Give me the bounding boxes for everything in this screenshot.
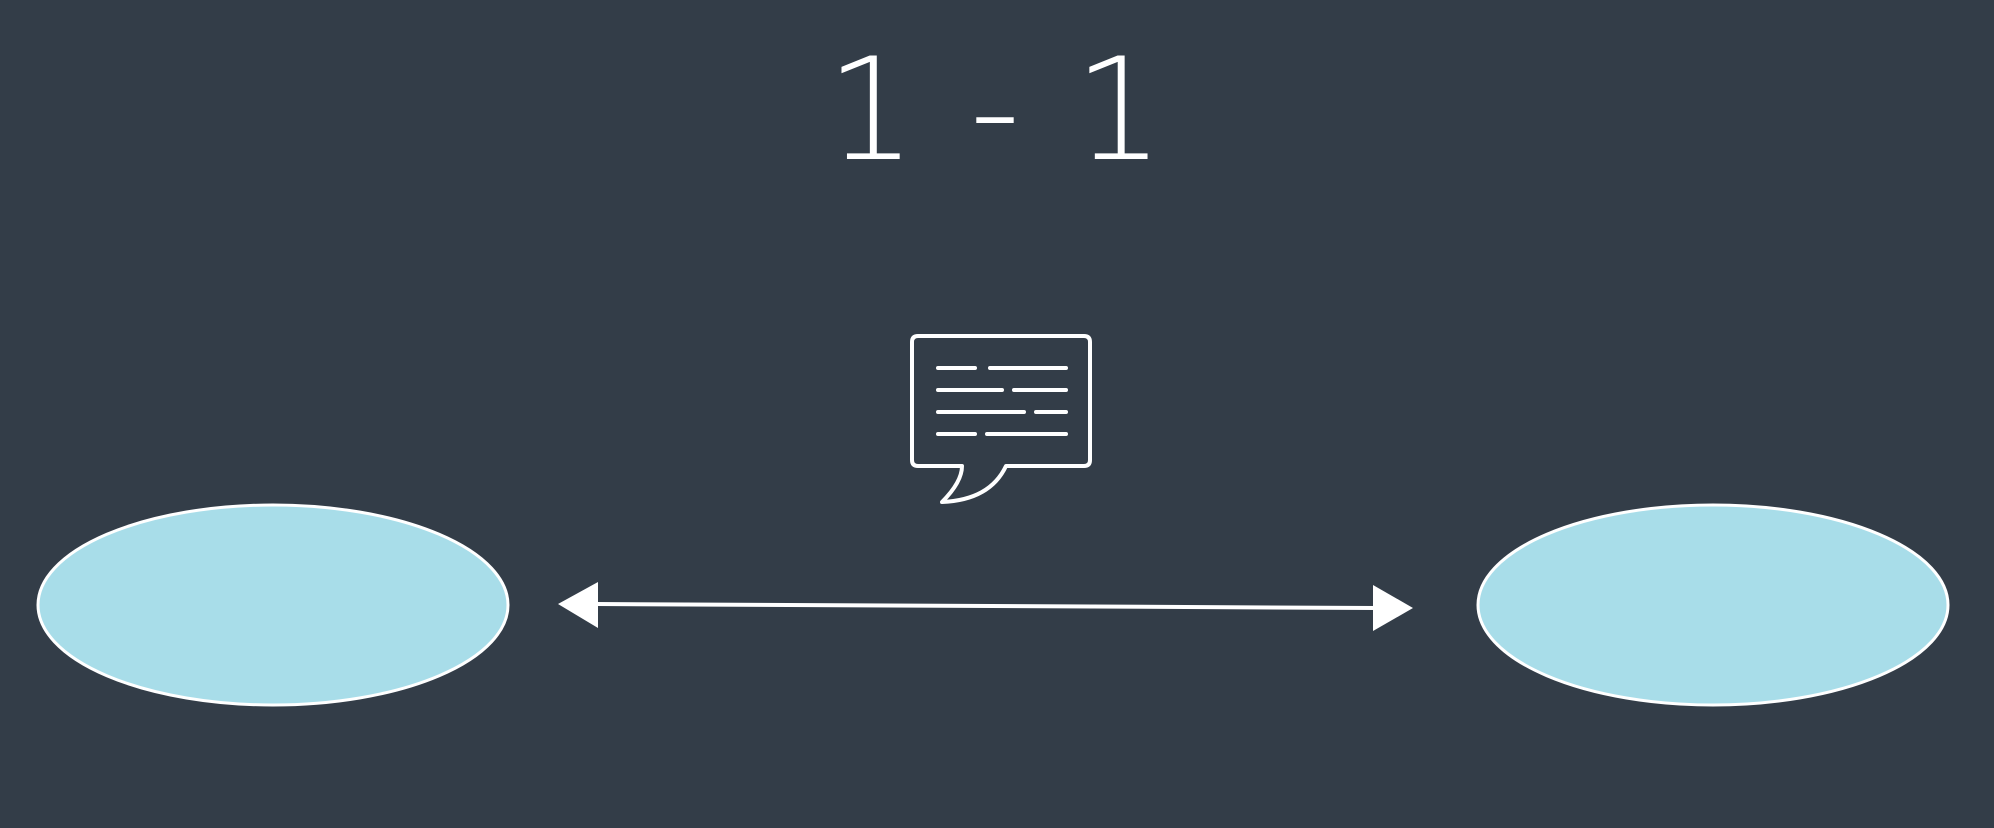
entity-right [1476, 503, 1950, 707]
speech-bubble-message-icon [910, 334, 1092, 504]
double-headed-arrow-icon [558, 582, 1413, 631]
entity-left [36, 503, 510, 707]
slide: 1 - 1 [0, 0, 1994, 828]
relationship-diagram [36, 334, 1950, 707]
